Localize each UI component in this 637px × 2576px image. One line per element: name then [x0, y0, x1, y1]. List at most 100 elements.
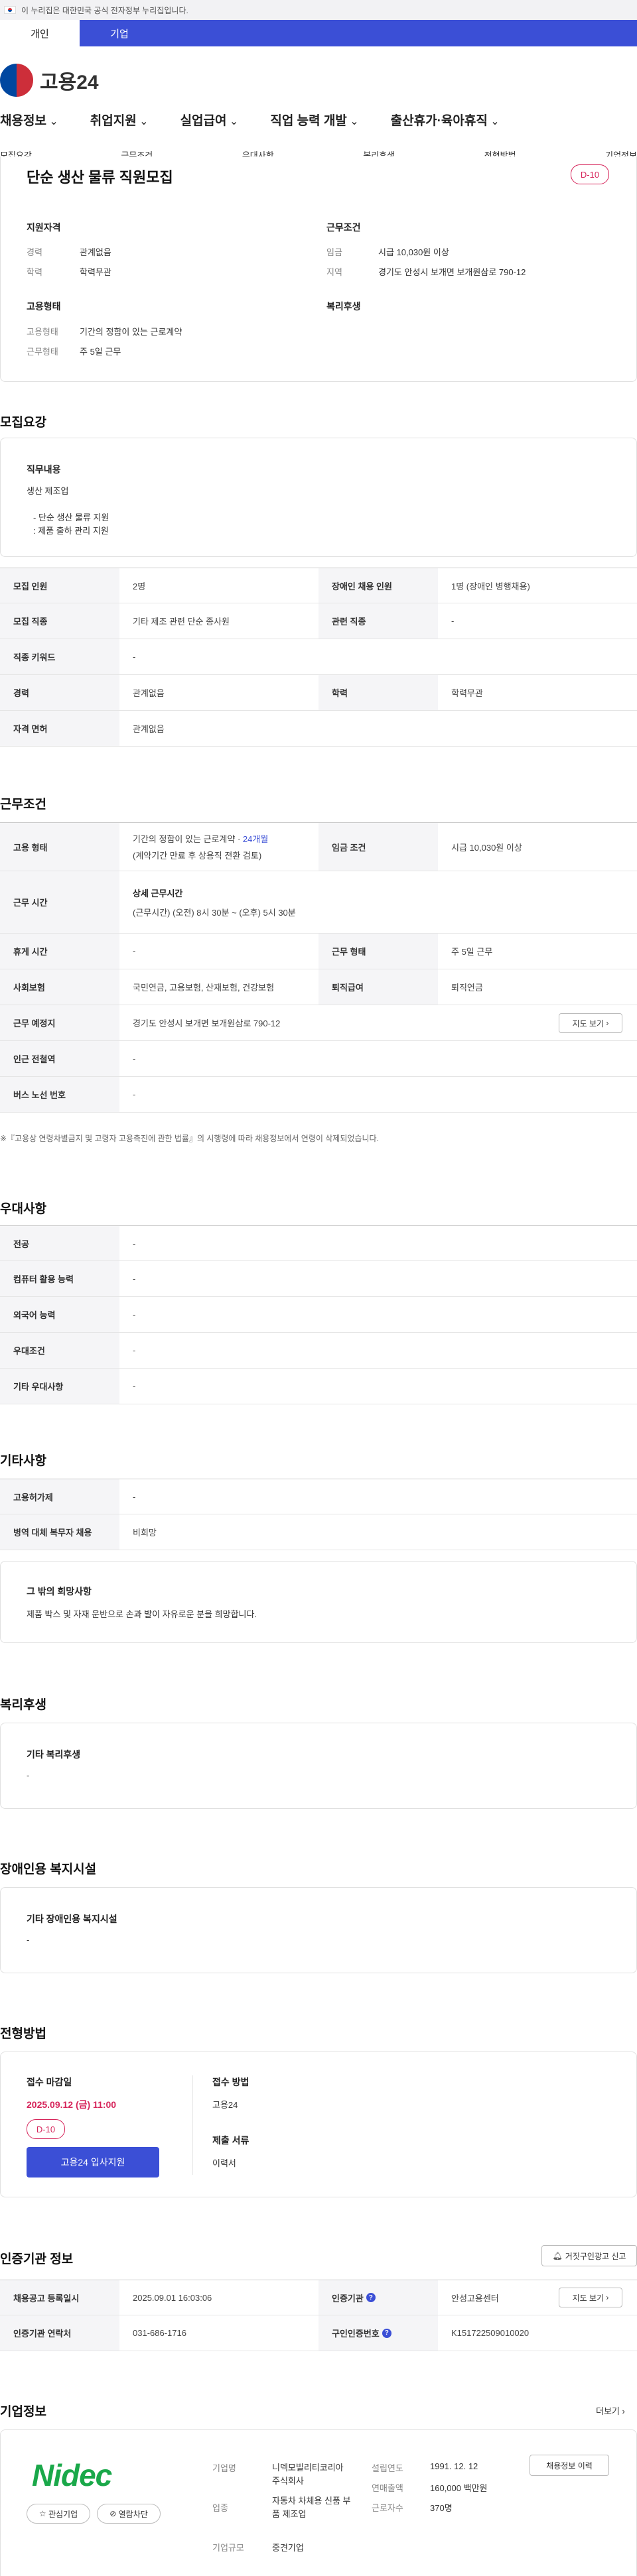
employees-label: 근로자수 — [372, 2503, 403, 2513]
org-map-button-label: 지도 보기 — [572, 2293, 604, 2303]
chevron-right-icon: › — [619, 2406, 625, 2416]
disabled-value: - — [27, 1935, 30, 1945]
pref-title: 우대사항 — [0, 1202, 46, 1216]
td-career: 관계없음 — [133, 688, 165, 698]
table-row: 직종 키워드 - — [0, 639, 637, 675]
map-button-label: 지도 보기 — [572, 1018, 604, 1028]
welfare-sub: 기타 복리후생 — [27, 1749, 81, 1760]
recruit-title: 모집요강 — [0, 416, 46, 430]
table-row: 컴퓨터 활용 능력 - — [0, 1261, 637, 1297]
worktype-value: 주 5일 근무 — [80, 347, 121, 357]
fav-company-button[interactable]: ☆ 관심기업 — [27, 2504, 90, 2524]
th-insurance: 사회보험 — [0, 969, 119, 1005]
table-row: 휴게 시간 - 근무 형태 주 5일 근무 — [0, 934, 637, 969]
th-emp-type: 고용 형태 — [0, 823, 119, 871]
cert-title: 인증기관 정보 — [0, 2252, 74, 2266]
table-row: 고용 형태 기간의 정함이 있는 근로계약 · 24개월 (계약기간 만료 후 … — [0, 822, 637, 871]
table-row: 근무 예정지 경기도 안성시 보개면 보개원삼로 790-12 — [0, 1005, 637, 1041]
nav-unemployment-benefit[interactable]: 실업급여 — [180, 111, 239, 129]
block-view-button[interactable]: ⊘ 열람차단 — [97, 2504, 161, 2524]
korea-flag-icon — [4, 6, 16, 14]
td-eps: - — [133, 1491, 136, 1502]
th-keyword: 직종 키워드 — [0, 639, 119, 674]
nav-employment-support[interactable]: 취업지원 — [90, 111, 149, 129]
tab-company[interactable]: 기업 — [80, 20, 159, 46]
td-military: 비희망 — [133, 1528, 157, 1538]
th-wage: 임금 조건 — [318, 823, 438, 871]
chevron-right-icon: › — [604, 2293, 609, 2302]
fav-company-label: 관심기업 — [48, 2509, 78, 2519]
th-headcount: 모집 인원 — [0, 568, 119, 603]
td-work-place: 경기도 안성시 보개면 보개원삼로 790-12 — [133, 1018, 281, 1028]
wage-value: 시급 10,030원 이상 — [378, 247, 449, 257]
org-map-button[interactable]: 지도 보기 › — [559, 2288, 622, 2307]
company-logo: Nidec — [32, 2458, 112, 2492]
loc-label: 지역 — [326, 267, 342, 277]
welfare-title: 복리후생 — [0, 1698, 46, 1712]
th-retirement: 퇴직급여 — [318, 969, 438, 1005]
th-related-job: 관련 직종 — [318, 603, 438, 639]
td-cert-num: K151722509010020 — [451, 2328, 530, 2338]
td-education: 학력무관 — [451, 688, 483, 698]
job-title: 단순 생산 물류 직원모집 — [27, 169, 173, 186]
td-major: - — [133, 1238, 136, 1249]
td-bus: - — [133, 1089, 136, 1099]
info-icon[interactable]: ? — [366, 2293, 376, 2302]
td-retirement: 퇴직연금 — [451, 983, 483, 993]
edu-value: 학력무관 — [80, 267, 111, 277]
table-row: 근무 시간 상세 근무시간 (근무시간) (오전) 8시 30분 ~ (오후) … — [0, 871, 637, 934]
est-label: 설립연도 — [372, 2463, 403, 2473]
td-rest: - — [133, 946, 136, 956]
industry-label: 업종 — [212, 2503, 228, 2513]
career-value: 관계없음 — [80, 247, 111, 257]
td-reg-date: 2025.09.01 16:03:06 — [133, 2292, 212, 2303]
docs-label: 제출 서류 — [212, 2135, 249, 2146]
td-related-job: - — [451, 616, 455, 626]
table-row: 모집 인원 2명 장애인 채용 인원 1명 (장애인 병행채용) — [0, 568, 637, 603]
method-label: 접수 방법 — [212, 2077, 249, 2087]
work-title: 근무조건 — [0, 798, 46, 812]
apply-button[interactable]: 고용24 입사지원 — [27, 2147, 159, 2177]
gov-banner-text: 이 누리집은 대한민국 공식 전자정부 누리집입니다. — [21, 5, 188, 15]
nav-job-info[interactable]: 채용정보 — [0, 111, 58, 129]
more-link[interactable]: 더보기 › — [596, 2404, 625, 2417]
industry-value: 자동차 차체용 신품 부품 제조업 — [272, 2496, 351, 2519]
th-computer: 컴퓨터 활용 능력 — [0, 1261, 119, 1296]
tab-personal[interactable]: 개인 — [0, 20, 80, 46]
emptype-label: 고용형태 — [27, 327, 58, 337]
report-button[interactable]: 🔔︎ 거짓구인광고 신고 — [541, 2245, 637, 2266]
td-keyword: - — [133, 652, 136, 662]
process-dday-badge: D-10 — [27, 2119, 65, 2139]
site-logo[interactable]: 고용24 — [0, 64, 99, 97]
hiring-history-button[interactable]: 채용정보 이력 — [530, 2455, 609, 2476]
info-icon[interactable]: ? — [382, 2328, 391, 2338]
td-hours: 상세 근무시간 (근무시간) (오전) 8시 30분 ~ (오후) 5시 30분 — [119, 871, 637, 933]
td-headcount: 2명 — [133, 581, 146, 591]
taegeuk-emblem-icon — [0, 64, 33, 97]
th-cert-num: 구인인증번호? — [318, 2315, 438, 2351]
report-button-label: 거짓구인광고 신고 — [565, 2251, 626, 2261]
wish-value: 제품 박스 및 자재 운반으로 손과 발이 자유로운 분을 희망합니다. — [27, 1609, 257, 1619]
gov-banner: 이 누리집은 대한민국 공식 전자정부 누리집입니다. — [0, 0, 637, 20]
welfare-card — [0, 1723, 637, 1809]
td-disabled-hire: 1명 (장애인 병행채용) — [451, 581, 530, 591]
nav-job-skills[interactable]: 직업 능력 개발 — [270, 111, 358, 129]
map-button[interactable]: 지도 보기 › — [559, 1013, 622, 1033]
main-nav: 채용정보 취업지원 실업급여 직업 능력 개발 출산휴가·육아휴직 — [0, 106, 637, 133]
th-major: 전공 — [0, 1226, 119, 1260]
duty-line: 생산 제조업 — [27, 486, 69, 496]
company-name-label: 기업명 — [212, 2463, 236, 2473]
table-row: 모집 직종 기타 제조 관련 단순 종사원 관련 직종 - — [0, 603, 637, 639]
nav-parental-leave[interactable]: 출산휴가·육아휴직 — [391, 111, 500, 129]
emp-title: 고용형태 — [27, 301, 61, 312]
hours-detail-title: 상세 근무시간 — [133, 888, 183, 898]
td-language: - — [133, 1310, 136, 1319]
th-military: 병역 대체 복무자 채용 — [0, 1514, 119, 1550]
company-size-value: 중견기업 — [272, 2543, 304, 2553]
qual-title: 지원자격 — [27, 222, 61, 233]
td-pref-cond: - — [133, 1345, 136, 1355]
employees-value: 370명 — [430, 2503, 453, 2513]
td-computer: - — [133, 1274, 136, 1284]
th-reg-date: 채용공고 등록일시 — [0, 2280, 119, 2315]
table-row: 고용허가제 - — [0, 1479, 637, 1514]
